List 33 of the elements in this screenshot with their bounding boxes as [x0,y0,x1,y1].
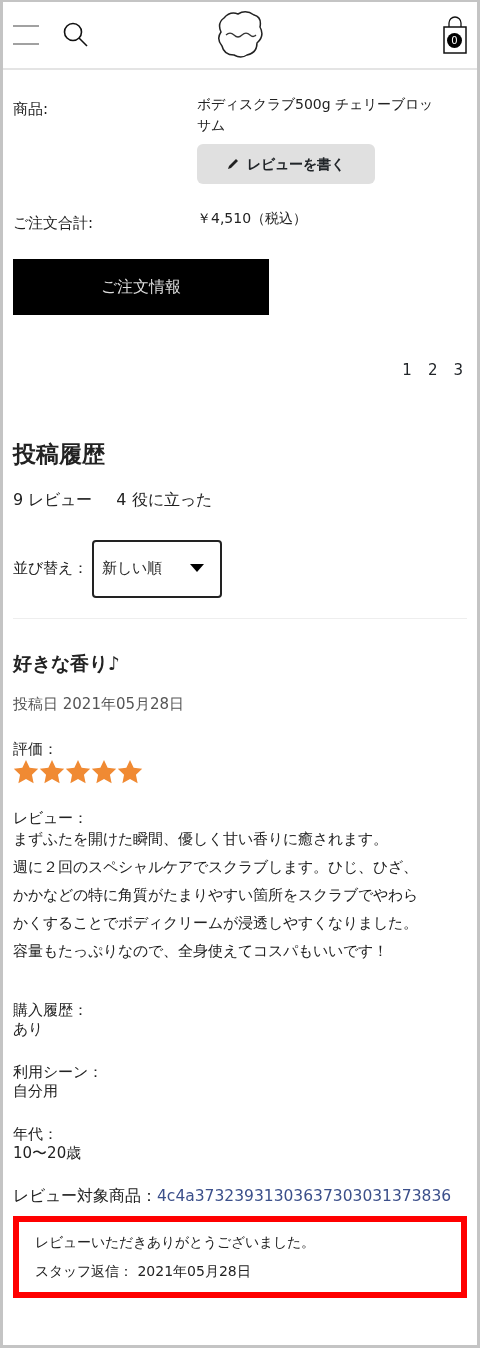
caret-icon [190,564,204,573]
review-title: 好きな香り♪ [13,650,122,676]
review-text: まずふたを開けた瞬間、優しく甘い香りに癒されます。 週に２回のスペシャルケアでスクラブします。ひじ、ひざ、 かかなどの特に角質がたまりやすい箇所をスクラブでやわら かくすることでボディクリームが浸透しやすくなりました。 容量もたっぷりなので、全身使えてコスパもいいです！ [13,829,419,962]
sort-dropdown[interactable]: 新しい順 [92,539,222,598]
reply-text: レビューいただきありがとうございました。 [35,1233,316,1253]
write-review-button[interactable]: レビューを書く [197,144,375,184]
menu-icon[interactable] [13,25,39,45]
field-value: ボディスクラブ500g チェリーブロッサム [197,95,435,135]
review-count: 9 レビュー [13,488,93,511]
page-link[interactable]: 3 [453,358,463,381]
pencil-icon [227,158,239,170]
post-date: 投稿日 2021年05月28日 [13,694,186,715]
field-label: ご注文合計: [13,213,95,234]
field-label: 商品: [13,99,50,120]
search-icon[interactable] [63,22,89,48]
helpful-count: 4 役に立った [116,488,212,511]
field-label: 年代： [13,1125,59,1144]
field-value: 10〜20歳 [13,1144,83,1163]
field-label: 購入履歴： [13,1001,89,1020]
reply-date: スタッフ返信： 2021年05月28日 [35,1262,252,1282]
rating-label: 評価： [13,738,59,760]
field-value: あり [13,1020,44,1039]
page-link[interactable]: 1 [402,358,412,381]
field-label: 利用シーン： [13,1063,104,1082]
order-info-button[interactable]: ご注文情報 [13,258,269,315]
field-value: ￥4,510（税込） [197,209,309,228]
section-heading: 投稿履歴 [13,440,106,469]
review-label: レビュー： [13,807,89,829]
product-link[interactable]: 4c4a37323931303637303031373836 [157,1185,452,1209]
page-link[interactable]: 2 [427,358,438,381]
target-label: レビュー対象商品： [13,1186,157,1207]
field-value: 自分用 [13,1082,59,1101]
sort-label: 並び替え： [13,558,88,580]
